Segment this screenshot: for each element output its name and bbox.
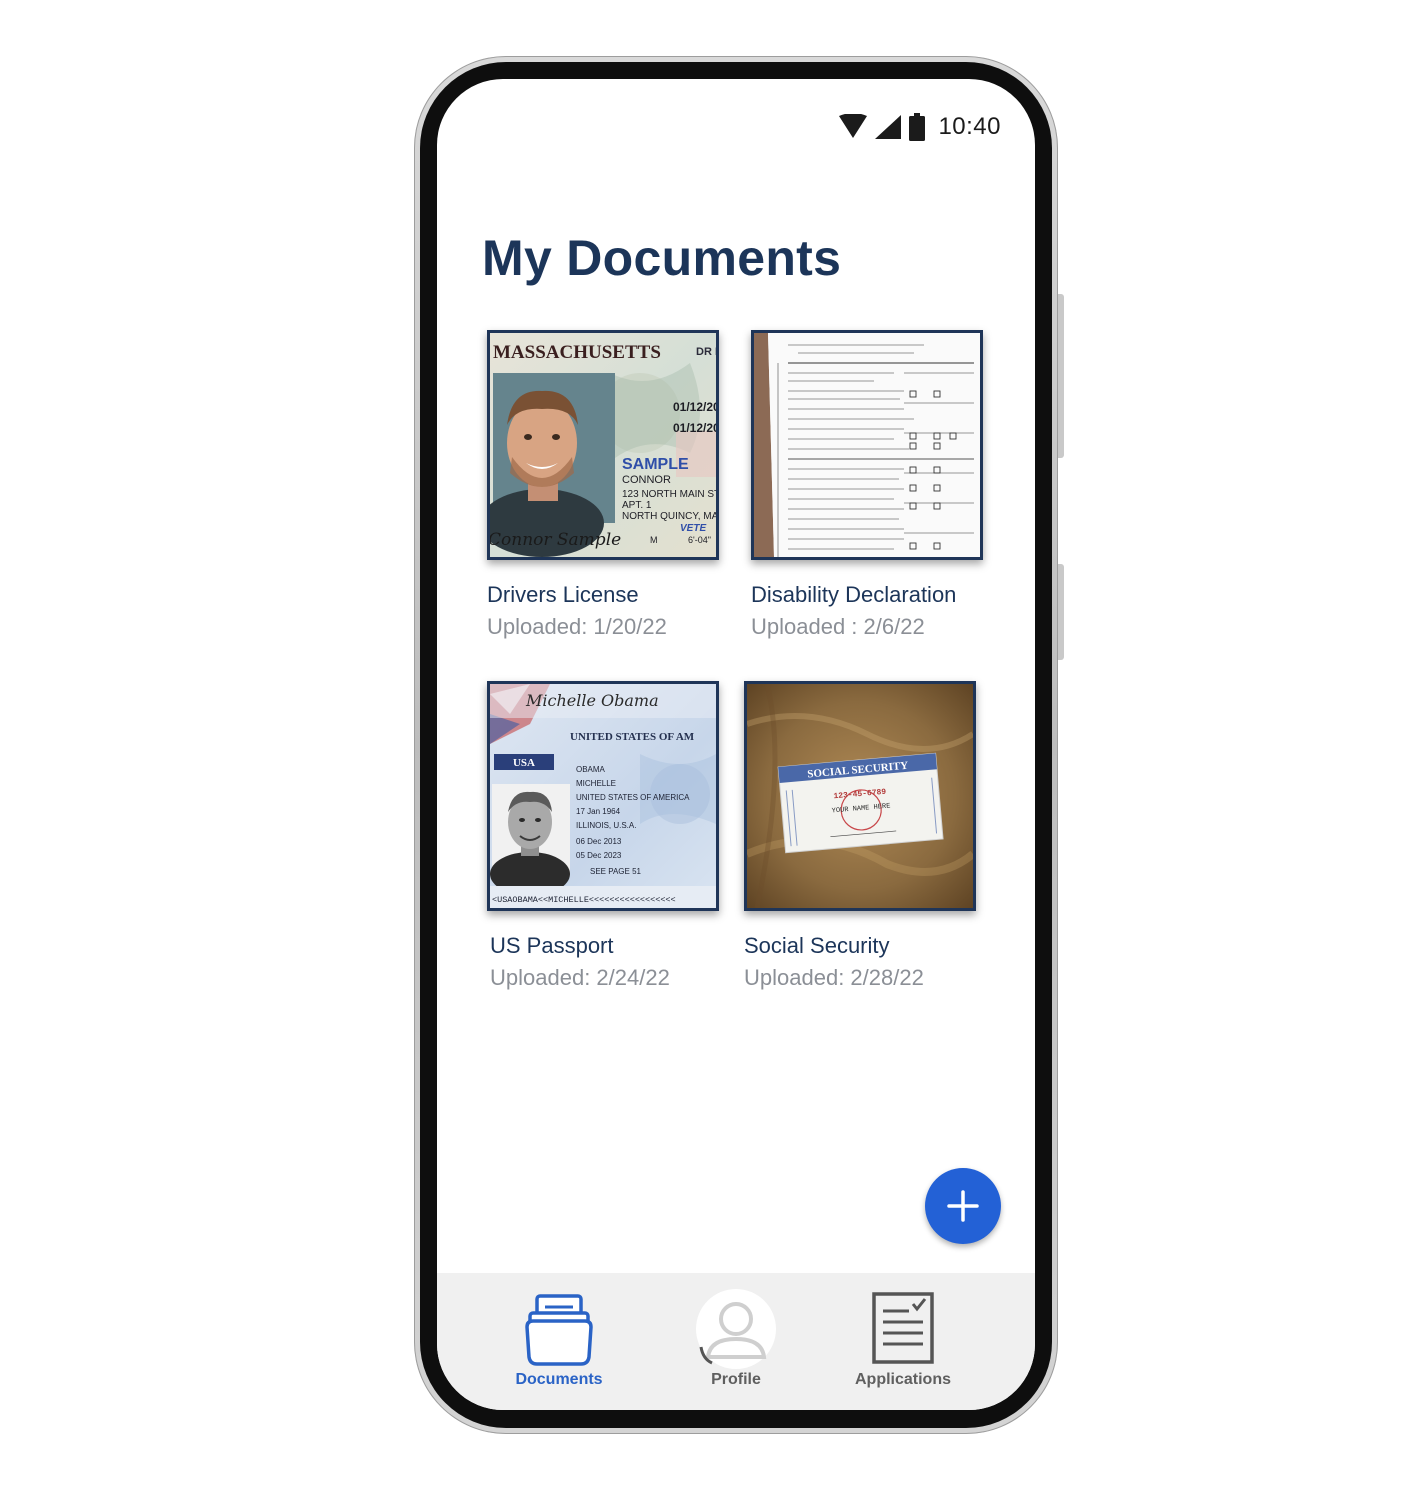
passport-mrz-text: <USAOBAMA<<MICHELLE<<<<<<<<<<<<<<<<<	[492, 895, 676, 905]
nav-label-profile: Profile	[711, 1371, 761, 1388]
license-signature: Connor Sample	[490, 530, 621, 550]
passport-nationality-text: UNITED STATES OF AMERICA	[576, 793, 690, 802]
license-exp-text: 01/12/20	[673, 421, 716, 435]
page-title: My Documents	[482, 230, 842, 286]
passport-pob-text: ILLINOIS, U.S.A.	[576, 821, 636, 830]
drivers-license-thumbnail[interactable]: MASSACHUSETTS DR LIC 01/12/20 01/12/20 S…	[487, 330, 719, 560]
document-title: US Passport	[490, 933, 614, 958]
nav-tab-documents[interactable]: Documents	[479, 1273, 639, 1410]
document-upload-date: Uploaded: 1/20/22	[487, 614, 667, 639]
disability-form-image	[754, 333, 980, 557]
passport-usa-text: USA	[513, 757, 535, 769]
us-passport-thumbnail[interactable]: Michelle Obama UNITED STATES OF AM USA O…	[487, 681, 719, 911]
add-document-button[interactable]	[925, 1168, 1001, 1244]
passport-signature: Michelle Obama	[525, 691, 659, 710]
power-button	[1058, 564, 1064, 660]
license-state-text: MASSACHUSETTS	[493, 342, 661, 363]
license-sex-text: M	[650, 535, 658, 545]
license-address3-text: NORTH QUINCY, MA	[622, 511, 716, 522]
document-upload-date: Uploaded: 2/24/22	[490, 965, 670, 990]
license-iss-text: 01/12/20	[673, 400, 716, 414]
wifi-icon	[839, 114, 868, 138]
license-height-text: 6'-04"	[688, 535, 711, 545]
applications-checklist-icon	[872, 1292, 934, 1364]
volume-button	[1058, 294, 1064, 458]
status-time: 10:40	[938, 113, 1001, 140]
social-security-card-image: SOCIAL SECURITY 123-45-6789 YOUR NAME HE…	[747, 684, 973, 908]
document-title: Social Security	[744, 933, 890, 958]
nav-tab-profile[interactable]: Profile	[656, 1273, 816, 1410]
passport-image: Michelle Obama UNITED STATES OF AM USA O…	[490, 684, 716, 908]
passport-given-name-text: MICHELLE	[576, 779, 616, 788]
nav-label-documents: Documents	[515, 1371, 603, 1388]
passport-issued-text: 06 Dec 2013	[576, 837, 622, 846]
status-bar: 10:40	[838, 109, 1001, 145]
license-veteran-text: VETE	[680, 523, 706, 534]
passport-dob-text: 17 Jan 1964	[576, 807, 621, 816]
nav-label-applications: Applications	[854, 1371, 951, 1388]
app-screen: 10:40 My Documents MASSACHUSETTS DR LIC	[437, 79, 1035, 1410]
profile-avatar-icon	[696, 1289, 776, 1369]
passport-surname-text: OBAMA	[576, 765, 606, 774]
battery-icon	[909, 113, 926, 141]
bottom-navigation: Documents Profile Applications	[437, 1273, 1035, 1410]
nav-tab-applications[interactable]: Applications	[823, 1273, 983, 1410]
disability-declaration-thumbnail[interactable]	[751, 330, 983, 560]
social-security-thumbnail[interactable]: SOCIAL SECURITY 123-45-6789 YOUR NAME HE…	[744, 681, 976, 911]
plus-icon	[947, 1190, 979, 1222]
license-corner-text: DR LIC	[696, 346, 716, 358]
passport-country-text: UNITED STATES OF AM	[570, 731, 695, 743]
drivers-license-image: MASSACHUSETTS DR LIC 01/12/20 01/12/20 S…	[490, 333, 716, 557]
cell-signal-icon	[875, 115, 902, 139]
documents-folder-icon	[525, 1294, 593, 1366]
license-sample-text: SAMPLE	[622, 456, 689, 473]
document-title: Disability Declaration	[751, 582, 957, 607]
passport-expires-text: 05 Dec 2023	[576, 851, 622, 860]
license-address2-text: APT. 1	[622, 500, 652, 511]
document-title: Drivers License	[487, 582, 639, 607]
document-upload-date: Uploaded : 2/6/22	[751, 614, 925, 639]
passport-endorsement-text: SEE PAGE 51	[590, 867, 642, 876]
document-upload-date: Uploaded: 2/28/22	[744, 965, 924, 990]
license-address1-text: 123 NORTH MAIN ST	[622, 489, 716, 500]
license-first-name-text: CONNOR	[622, 474, 671, 486]
